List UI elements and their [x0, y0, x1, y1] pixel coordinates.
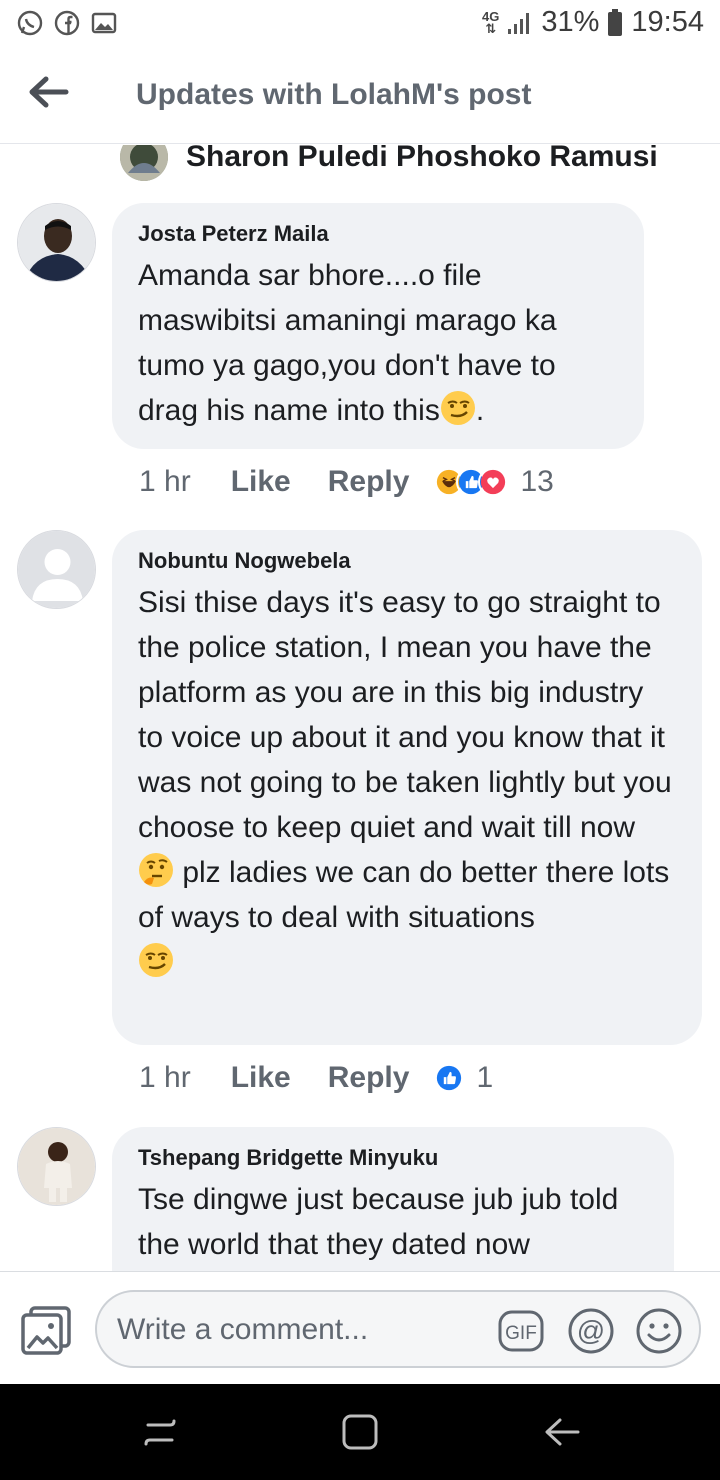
- comment-text: Amanda sar bhore....o file maswibitsi am…: [138, 259, 557, 427]
- love-reaction-icon: [478, 467, 509, 497]
- facebook-icon: [54, 10, 80, 36]
- signal-icon: [508, 12, 530, 34]
- comment-time: 1 hr: [139, 1061, 191, 1094]
- gallery-icon: [91, 12, 117, 34]
- comment-time: 1 hr: [139, 465, 191, 498]
- thinking-emoji: [139, 853, 173, 887]
- status-indicators: 4G ⇅ 31% 19:54: [482, 6, 704, 39]
- comment-bubble[interactable]: Tshepang Bridgette Minyuku Tse dingwe ju…: [112, 1127, 674, 1271]
- network-type: 4G ⇅: [482, 8, 500, 36]
- comment-bubble[interactable]: Josta Peterz Maila Amanda sar bhore....o…: [112, 203, 644, 449]
- back-arrow-icon[interactable]: [26, 74, 70, 110]
- gif-icon[interactable]: GIF: [497, 1307, 545, 1355]
- reaction-count: 13: [520, 465, 554, 498]
- system-nav-bar: [0, 1384, 720, 1480]
- comment-text: Tse dingwe just because jub jub told the…: [138, 1183, 619, 1261]
- back-icon[interactable]: [542, 1412, 582, 1452]
- like-button[interactable]: Like: [231, 465, 291, 499]
- page-title: Updates with LolahM's post: [136, 78, 532, 111]
- comment-composer: Write a comment... GIF @: [0, 1271, 720, 1384]
- comment-input[interactable]: Write a comment... GIF @: [95, 1290, 701, 1368]
- photo-icon[interactable]: [20, 1304, 72, 1356]
- like-reaction-icon: [434, 1063, 465, 1093]
- mention-icon[interactable]: @: [567, 1307, 615, 1355]
- smirk-emoji: [139, 943, 173, 977]
- partial-comment: Sharon Puledi Phoshoko Ramusi: [120, 145, 658, 181]
- comments-feed[interactable]: Sharon Puledi Phoshoko Ramusi Josta Pete…: [0, 145, 720, 1271]
- comment-actions: 1 hr Like Reply 13: [139, 465, 554, 499]
- avatar[interactable]: [17, 1127, 96, 1206]
- comment-bubble[interactable]: Nobuntu Nogwebela Sisi thise days it's e…: [112, 530, 702, 1045]
- comment-text: Sisi thise days it's easy to go straight…: [138, 580, 676, 985]
- avatar[interactable]: [120, 145, 168, 181]
- comment-author[interactable]: Sharon Puledi Phoshoko Ramusi: [186, 145, 658, 174]
- reply-button[interactable]: Reply: [328, 465, 410, 499]
- clock: 19:54: [631, 6, 704, 38]
- comment-author[interactable]: Tshepang Bridgette Minyuku: [138, 1145, 648, 1171]
- comment-actions: 1 hr Like Reply 1: [139, 1061, 493, 1095]
- avatar[interactable]: [17, 530, 96, 609]
- comment-placeholder: Write a comment...: [117, 1313, 369, 1346]
- svg-text:@: @: [577, 1315, 605, 1346]
- comment-author[interactable]: Nobuntu Nogwebela: [138, 548, 676, 574]
- app-header: Updates with LolahM's post: [0, 50, 720, 144]
- battery-percent: 31%: [541, 6, 600, 38]
- reaction-summary[interactable]: 13: [434, 465, 554, 499]
- status-bar: 4G ⇅ 31% 19:54: [0, 0, 720, 50]
- reaction-summary[interactable]: 1: [434, 1061, 493, 1095]
- home-icon[interactable]: [340, 1412, 380, 1452]
- reply-button[interactable]: Reply: [328, 1061, 410, 1095]
- svg-text:GIF: GIF: [505, 1323, 537, 1344]
- avatar[interactable]: [17, 203, 96, 282]
- emoji-icon[interactable]: [635, 1307, 683, 1355]
- smirk-emoji: [440, 391, 475, 425]
- like-button[interactable]: Like: [231, 1061, 291, 1095]
- comment-author[interactable]: Josta Peterz Maila: [138, 221, 618, 247]
- recent-apps-icon[interactable]: [140, 1412, 180, 1452]
- reaction-count: 1: [476, 1061, 494, 1094]
- battery-icon: [608, 8, 623, 36]
- notification-icons: [16, 9, 118, 37]
- whatsapp-icon: [17, 10, 43, 36]
